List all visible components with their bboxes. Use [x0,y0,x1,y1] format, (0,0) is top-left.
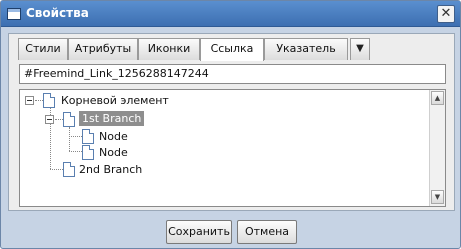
node-tree[interactable]: Корневой элемент 1st Branch Node Node 2n… [19,89,446,207]
dialog-title: Свойства [26,6,89,20]
tab-attributes[interactable]: Атрибуты [68,38,138,60]
cancel-button[interactable]: Отмена [237,220,297,244]
document-icon [82,129,94,144]
tab-styles[interactable]: Стили [18,38,68,60]
close-button[interactable]: ✕ [437,5,455,23]
properties-dialog: Свойства ✕ Стили Атрибуты Иконки Ссылка … [0,0,461,249]
tab-link[interactable]: Ссылка [200,38,264,61]
tab-icons[interactable]: Иконки [138,38,200,60]
tree-node-child2[interactable]: Node [99,145,128,160]
tree-node-child1[interactable]: Node [99,129,128,144]
title-bar[interactable]: Свойства ✕ [1,1,460,27]
document-icon [43,93,55,108]
document-icon [63,112,75,127]
branch-collapse-toggle[interactable] [45,115,54,124]
root-collapse-toggle[interactable] [25,96,34,105]
properties-panel: Стили Атрибуты Иконки Ссылка Указатель ▼… [8,33,455,211]
save-button[interactable]: Сохранить [166,220,232,244]
document-icon [82,145,94,160]
tab-pointer[interactable]: Указатель [264,38,348,60]
document-icon [63,162,75,177]
link-input[interactable]: #Freemind_Link_1256288147244 [19,64,446,84]
tree-node-branch1[interactable]: 1st Branch [79,111,145,126]
tree-scrollbar[interactable]: ▲ ▼ [429,90,445,206]
chevron-down-icon: ▼ [356,43,364,54]
tree-node-root[interactable]: Корневой элемент [61,93,169,108]
scroll-up-button[interactable]: ▲ [431,91,444,105]
scroll-down-button[interactable]: ▼ [431,190,444,204]
tree-node-branch2[interactable]: 2nd Branch [79,162,142,177]
window-icon [7,8,21,20]
tabs-overflow-button[interactable]: ▼ [350,38,370,60]
